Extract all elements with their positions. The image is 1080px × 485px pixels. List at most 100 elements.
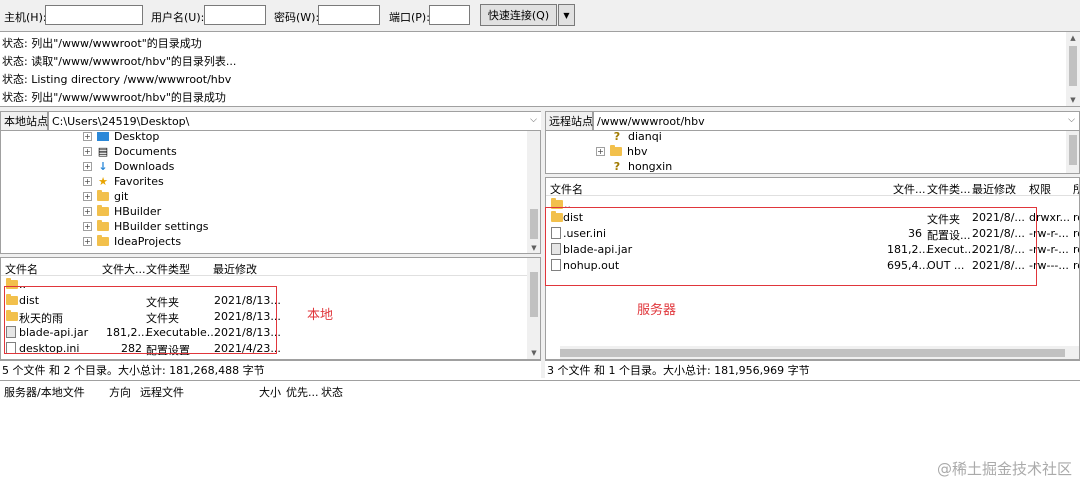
log-line: 状态: 列出"/www/wwwroot/hbv"的目录成功 <box>2 91 226 104</box>
user-label: 用户名(U): <box>151 11 205 24</box>
tree-item-favorites[interactable]: + ★ Favorites <box>83 174 164 189</box>
scroll-down-icon[interactable]: ▼ <box>527 349 540 357</box>
folder-icon <box>97 235 109 246</box>
remote-pane: 远程站点: /www/wwwroot/hbv ⌵ ? dianqi + hbv … <box>545 111 1080 378</box>
chevron-down-icon[interactable]: ⌵ <box>530 115 537 125</box>
folder-icon <box>97 190 109 201</box>
column-header-owner[interactable]: 所 <box>1073 181 1079 197</box>
message-log[interactable]: 状态: 列出"/www/wwwroot"的目录成功 状态: 读取"/www/ww… <box>0 31 1080 107</box>
queue-col-status[interactable]: 状态 <box>321 384 343 400</box>
log-scrollbar[interactable]: ▲ ▼ <box>1066 32 1080 106</box>
question-icon: ? <box>613 131 621 143</box>
tree-item-ideaprojects[interactable]: + IdeaProjects <box>83 234 181 249</box>
expand-icon[interactable]: + <box>83 222 92 231</box>
queue-col-size[interactable]: 大小 <box>259 384 281 400</box>
remote-list-header: 文件名 ^ 文件... 文件类... 最近修改 权限 所 <box>546 177 1079 197</box>
log-scroll-thumb[interactable] <box>1069 46 1077 86</box>
download-arrow-icon: ↓ <box>98 160 108 173</box>
tree-item-desktop[interactable]: + Desktop <box>83 131 159 144</box>
port-label: 端口(P): <box>389 11 430 24</box>
queue-col-remote-file[interactable]: 远程文件 <box>140 384 184 400</box>
expand-icon[interactable]: + <box>83 207 92 216</box>
scroll-up-icon[interactable]: ▲ <box>1066 34 1080 42</box>
local-path-input[interactable]: C:\Users\24519\Desktop\ ⌵ <box>48 111 542 131</box>
tree-item-hbv[interactable]: + hbv <box>596 144 647 159</box>
quickconnect-button[interactable]: 快速连接(Q) <box>480 4 557 26</box>
column-header-permissions[interactable]: 权限 <box>1029 181 1051 197</box>
port-input[interactable] <box>429 5 470 25</box>
sort-up-icon: ^ <box>45 257 53 265</box>
queue-header: 服务器/本地文件 方向 远程文件 大小 优先... 状态 <box>0 380 1080 399</box>
expand-icon[interactable]: + <box>83 192 92 201</box>
local-tree: + Desktop + ▤ Documents + ↓ Downloads + … <box>0 131 541 254</box>
desktop-icon <box>97 132 109 141</box>
log-line: 状态: Listing directory /www/wwwroot/hbv <box>2 73 232 86</box>
column-header-type[interactable]: 文件类型 <box>146 261 190 277</box>
scroll-down-icon[interactable]: ▼ <box>527 244 540 252</box>
tree-item-downloads[interactable]: + ↓ Downloads <box>83 159 174 174</box>
document-icon: ▤ <box>97 145 109 158</box>
password-input[interactable] <box>318 5 380 25</box>
question-icon: ? <box>613 160 621 173</box>
remote-tree-scroll-thumb[interactable] <box>1069 135 1077 165</box>
annotation-local: 本地 <box>307 308 334 323</box>
remote-tree-scrollbar[interactable] <box>1066 131 1079 173</box>
tree-item-hongxin[interactable]: ? hongxin <box>611 159 672 173</box>
log-line: 状态: 列出"/www/wwwroot"的目录成功 <box>2 37 202 50</box>
tree-item-dianqi[interactable]: ? dianqi <box>611 131 662 144</box>
remote-tree: ? dianqi + hbv ? hongxin <box>545 131 1080 174</box>
local-site-label: 本地站点: <box>0 111 52 131</box>
remote-hscroll-thumb[interactable] <box>560 349 1065 357</box>
tree-item-documents[interactable]: + ▤ Documents <box>83 144 177 159</box>
remote-site-label: 远程站点: <box>545 111 597 131</box>
column-header-modified[interactable]: 最近修改 <box>213 261 257 277</box>
expand-icon[interactable]: + <box>83 132 92 141</box>
remote-path-text: /www/wwwroot/hbv <box>597 114 705 128</box>
quickconnect-dropdown-button[interactable]: ▼ <box>558 4 575 26</box>
chevron-down-icon[interactable]: ⌵ <box>1068 115 1075 125</box>
host-input[interactable] <box>45 5 143 25</box>
expand-icon[interactable]: + <box>596 147 605 156</box>
highlight-box <box>545 207 1037 286</box>
queue-col-priority[interactable]: 优先... <box>286 384 319 400</box>
sort-up-icon: ^ <box>711 177 719 185</box>
scroll-down-icon[interactable]: ▼ <box>1066 96 1080 104</box>
local-list-header: 文件名 ^ 文件大... 文件类型 最近修改 <box>1 258 527 276</box>
host-label: 主机(H): <box>4 11 47 24</box>
local-status: 5 个文件 和 2 个目录。大小总计: 181,268,488 字节 <box>0 360 541 378</box>
local-tree-scroll-thumb[interactable] <box>530 209 538 239</box>
tree-item-hbuilder-settings[interactable]: + HBuilder settings <box>83 219 209 234</box>
queue-col-server-local[interactable]: 服务器/本地文件 <box>4 384 85 400</box>
expand-icon[interactable]: + <box>83 162 92 171</box>
column-header-size[interactable]: 文件... <box>893 181 926 197</box>
local-list-scrollbar[interactable]: ▼ <box>527 258 540 359</box>
local-path-text: C:\Users\24519\Desktop\ <box>52 114 190 128</box>
column-header-filename[interactable]: 文件名 <box>550 181 583 197</box>
local-tree-scrollbar[interactable]: ▼ <box>527 131 540 253</box>
remote-hscrollbar[interactable] <box>560 346 1079 359</box>
column-header-filename[interactable]: 文件名 <box>5 261 38 277</box>
column-header-modified[interactable]: 最近修改 <box>972 181 1016 197</box>
highlight-box <box>4 286 277 354</box>
expand-icon[interactable]: + <box>83 177 92 186</box>
annotation-server: 服务器 <box>637 303 677 318</box>
chevron-down-icon: ▼ <box>563 10 570 20</box>
queue-list[interactable] <box>0 399 1080 485</box>
local-list-scroll-thumb[interactable] <box>530 272 538 317</box>
local-pane: 本地站点: C:\Users\24519\Desktop\ ⌵ + Deskto… <box>0 111 542 378</box>
tree-item-git[interactable]: + git <box>83 189 128 204</box>
remote-status: 3 个文件 和 1 个目录。大小总计: 181,956,969 字节 <box>545 360 1080 378</box>
user-input[interactable] <box>204 5 266 25</box>
watermark: @稀土掘金技术社区 <box>936 460 1072 478</box>
folder-icon <box>97 205 109 216</box>
tree-item-hbuilder[interactable]: + HBuilder <box>83 204 161 219</box>
password-label: 密码(W): <box>274 11 320 24</box>
remote-path-input[interactable]: /www/wwwroot/hbv ⌵ <box>593 111 1080 131</box>
queue-col-direction[interactable]: 方向 <box>109 384 131 400</box>
column-header-size[interactable]: 文件大... <box>102 261 146 277</box>
column-header-type[interactable]: 文件类... <box>927 181 971 197</box>
folder-icon <box>97 220 109 231</box>
expand-icon[interactable]: + <box>83 147 92 156</box>
folder-icon <box>610 145 622 156</box>
expand-icon[interactable]: + <box>83 237 92 246</box>
